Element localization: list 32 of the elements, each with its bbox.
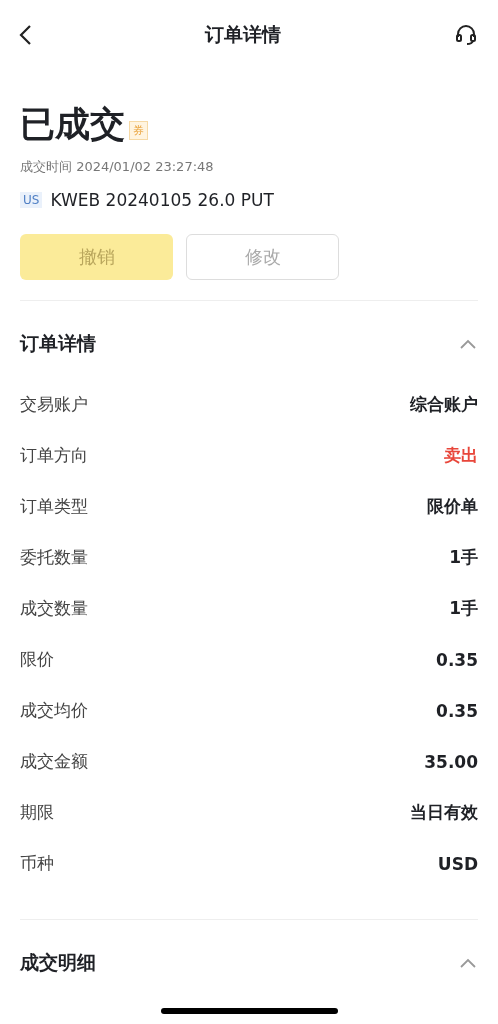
section-title: 订单详情	[20, 331, 96, 356]
instrument-name: KWEB 20240105 26.0 PUT	[50, 190, 274, 210]
field-label: 期限	[20, 801, 54, 824]
field-label: 成交数量	[20, 597, 88, 620]
trade-time: 成交时间 2024/01/02 23:27:48	[20, 158, 215, 176]
field-label: 成交金额	[20, 750, 88, 773]
chevron-icon[interactable]	[460, 339, 476, 349]
field-value: 限价单	[427, 495, 478, 518]
field-value: 1手	[449, 597, 478, 620]
field-label: 限价	[20, 648, 54, 671]
field-label: 成交均价	[20, 699, 88, 722]
order-status: 已成交	[20, 103, 125, 146]
field-value: USD	[437, 853, 478, 874]
page-title: 订单详情	[205, 22, 281, 47]
field-label: 委托数量	[20, 546, 88, 569]
headset-icon[interactable]	[454, 23, 478, 47]
field-value: 0.35	[436, 700, 478, 721]
field-value: 1手	[449, 546, 478, 569]
chevron-icon[interactable]	[460, 958, 476, 968]
market-badge: US	[20, 192, 43, 208]
coupon-badge: 券	[129, 121, 148, 140]
field-value: 当日有效	[410, 801, 478, 824]
field-label: 订单类型	[20, 495, 88, 518]
field-value: 0.35	[436, 649, 478, 670]
field-value: 综合账户	[410, 393, 478, 416]
field-value: 35.00	[424, 751, 478, 772]
field-label: 订单方向	[20, 444, 88, 467]
field-label: 币种	[20, 852, 54, 875]
section-title: 成交明细	[20, 950, 96, 975]
field-label: 交易账户	[20, 393, 88, 416]
back-icon[interactable]	[18, 24, 32, 46]
field-value: 卖出	[444, 444, 478, 467]
